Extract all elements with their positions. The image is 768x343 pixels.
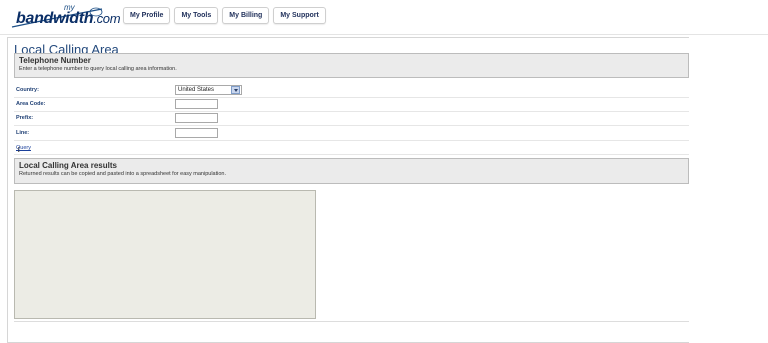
line-row: Line: <box>14 127 689 141</box>
results-heading: Local Calling Area results <box>19 161 117 170</box>
nav-my-support-button[interactable]: My Support <box>273 7 326 24</box>
results-textarea[interactable] <box>14 190 316 319</box>
telephone-number-heading: Telephone Number <box>19 56 91 65</box>
prefix-row: Prefix: <box>14 112 689 126</box>
nav-my-profile-button[interactable]: My Profile <box>123 7 171 24</box>
telephone-number-section: Telephone Number Enter a telephone numbe… <box>14 53 689 78</box>
line-label: Line: <box>16 130 30 136</box>
query-wrapper: [ Query ] <box>16 145 31 153</box>
telephone-number-description: Enter a telephone number to query local … <box>19 66 177 72</box>
nav-my-billing-button[interactable]: My Billing <box>222 7 270 24</box>
results-section: Local Calling Area results Returned resu… <box>14 158 689 184</box>
prefix-label: Prefix: <box>16 115 34 121</box>
country-row: Country: United States <box>14 84 689 98</box>
main-content: Local Calling Area Telephone Number Ente… <box>7 37 689 343</box>
line-input[interactable] <box>175 128 218 138</box>
mybandwidth-logo[interactable]: my bandwidth.com <box>10 3 121 31</box>
logo-suffix: .com <box>93 11 121 26</box>
top-header: my bandwidth.com My Profile My Tools My … <box>0 0 768 35</box>
area-code-row: Area Code: <box>14 98 689 112</box>
nav-my-tools-button[interactable]: My Tools <box>174 7 219 24</box>
chevron-down-icon[interactable] <box>231 86 240 94</box>
logo-brand: bandwidth.com <box>16 10 121 28</box>
country-label: Country: <box>16 87 39 93</box>
prefix-input[interactable] <box>175 113 218 123</box>
country-selected-value: United States <box>178 87 215 93</box>
area-code-input[interactable] <box>175 99 218 109</box>
area-code-label: Area Code: <box>16 101 46 107</box>
country-select[interactable]: United States <box>175 85 242 95</box>
divider <box>14 321 689 322</box>
query-bracket-close: ] <box>18 147 20 153</box>
main-nav: My Profile My Tools My Billing My Suppor… <box>123 7 326 24</box>
logo-brand-text: bandwidth <box>16 10 94 27</box>
results-description: Returned results can be copied and paste… <box>19 171 226 177</box>
query-row: [ Query ] <box>14 143 689 155</box>
